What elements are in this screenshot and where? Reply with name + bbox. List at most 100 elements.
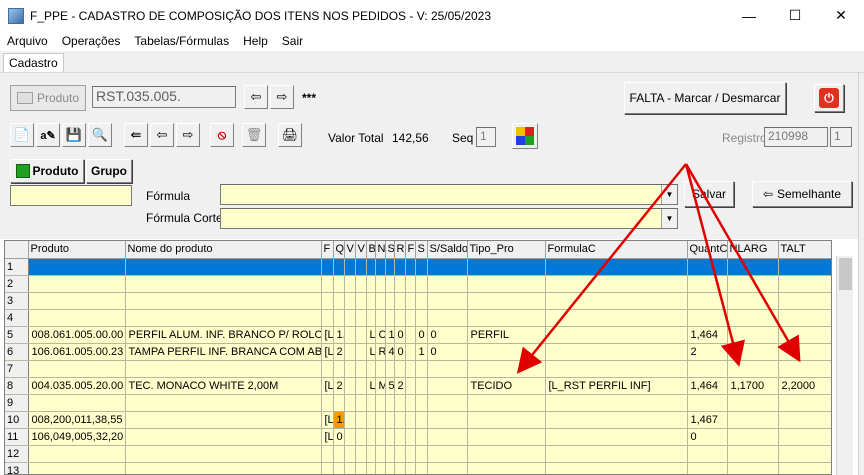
table-cell[interactable]: 2	[333, 343, 345, 361]
table-cell[interactable]	[125, 360, 322, 378]
table-cell[interactable]	[778, 326, 831, 344]
table-cell[interactable]	[125, 462, 322, 474]
table-cell[interactable]	[545, 411, 688, 429]
table-cell[interactable]	[727, 360, 779, 378]
table-cell[interactable]	[366, 292, 376, 310]
column-header[interactable]: S	[415, 241, 428, 259]
table-cell[interactable]	[125, 445, 322, 463]
table-cell[interactable]: TECIDO	[467, 377, 546, 395]
table-cell[interactable]	[125, 428, 322, 446]
table-cell[interactable]	[375, 411, 386, 429]
table-cell[interactable]	[427, 445, 468, 463]
table-cell[interactable]	[545, 258, 688, 276]
table-cell[interactable]	[778, 343, 831, 361]
table-cell[interactable]	[344, 462, 356, 474]
table-cell[interactable]	[778, 360, 831, 378]
table-cell[interactable]	[394, 360, 406, 378]
table-cell[interactable]	[355, 309, 367, 327]
table-cell[interactable]	[375, 394, 386, 412]
table-cell[interactable]	[405, 343, 416, 361]
column-header[interactable]: Q	[333, 241, 345, 259]
table-cell[interactable]: TAMPA PERFIL INF. BRANCA COM AB	[125, 343, 322, 361]
table-cell[interactable]	[125, 411, 322, 429]
produto-filter-button[interactable]: Produto	[10, 159, 84, 183]
table-cell[interactable]: 1,467	[687, 411, 728, 429]
table-cell[interactable]	[778, 309, 831, 327]
table-cell[interactable]	[727, 411, 779, 429]
table-cell[interactable]	[125, 258, 322, 276]
table-cell[interactable]	[415, 428, 428, 446]
table-cell[interactable]	[375, 445, 386, 463]
table-cell[interactable]	[355, 292, 367, 310]
table-cell[interactable]: L	[366, 326, 376, 344]
table-cell[interactable]: 0	[394, 326, 406, 344]
column-header[interactable]: S	[385, 241, 395, 259]
column-header[interactable]: R	[394, 241, 406, 259]
table-cell[interactable]	[366, 462, 376, 474]
table-row[interactable]: 11 106,049,005,32,20 [L 0 0	[5, 428, 831, 446]
minimize-button[interactable]: —	[726, 0, 772, 31]
table-cell[interactable]	[333, 309, 345, 327]
table-cell[interactable]	[366, 360, 376, 378]
table-cell[interactable]	[355, 326, 367, 344]
table-cell[interactable]	[375, 462, 386, 474]
table-cell[interactable]	[344, 292, 356, 310]
table-cell[interactable]	[687, 292, 728, 310]
table-cell[interactable]: L	[366, 377, 376, 395]
table-cell[interactable]	[394, 292, 406, 310]
chevron-down-icon[interactable]: ▼	[661, 209, 677, 228]
column-header[interactable]: N	[375, 241, 386, 259]
product-code-field[interactable]: RST.035.005.	[92, 86, 236, 108]
table-cell[interactable]: 2,2000	[778, 377, 831, 395]
next-record-icon[interactable]: ⇨	[176, 123, 200, 147]
filter-input[interactable]	[10, 185, 132, 206]
table-cell[interactable]	[385, 360, 395, 378]
table-cell[interactable]	[385, 258, 395, 276]
table-cell[interactable]	[344, 428, 356, 446]
grupo-filter-button[interactable]: Grupo	[86, 159, 132, 183]
table-cell[interactable]	[321, 462, 334, 474]
registro-sub-field[interactable]: 1	[830, 127, 852, 147]
column-header[interactable]: FormulaC	[545, 241, 688, 259]
table-row[interactable]: 10008,200,011,38,55 [L1, 1,467	[5, 411, 831, 429]
column-header[interactable]: Tipo_Pro	[467, 241, 546, 259]
menu-sair[interactable]: Sair	[275, 34, 310, 48]
table-cell[interactable]	[427, 411, 468, 429]
table-row[interactable]: 5 008.061.005.00.00 PERFIL ALUM. INF. BRAN…	[5, 326, 831, 344]
table-row[interactable]: 9	[5, 394, 831, 412]
table-cell[interactable]	[28, 309, 126, 327]
table-cell[interactable]	[394, 428, 406, 446]
table-row[interactable]: 2	[5, 275, 831, 293]
table-cell[interactable]	[415, 377, 428, 395]
table-row[interactable]: 6 106.061.005.00.23 TAMPA PERFIL INF. BRAN…	[5, 343, 831, 361]
table-cell[interactable]	[344, 394, 356, 412]
table-cell[interactable]: 1,	[333, 326, 345, 344]
table-cell[interactable]	[333, 394, 345, 412]
table-cell[interactable]	[467, 343, 546, 361]
table-cell[interactable]	[427, 309, 468, 327]
table-cell[interactable]	[415, 258, 428, 276]
table-row[interactable]: 1	[5, 258, 831, 276]
table-cell[interactable]	[727, 275, 779, 293]
table-cell[interactable]	[125, 292, 322, 310]
table-cell[interactable]: 008.061.005.00.00	[28, 326, 126, 344]
table-cell[interactable]: 1,464	[687, 326, 728, 344]
table-cell[interactable]	[344, 360, 356, 378]
table-cell[interactable]	[405, 275, 416, 293]
menu-tabelas-formulas[interactable]: Tabelas/Fórmulas	[127, 34, 236, 48]
produto-lookup-button[interactable]: Produto	[10, 85, 86, 111]
table-cell[interactable]: 106.061.005.00.23	[28, 343, 126, 361]
table-cell[interactable]	[385, 445, 395, 463]
table-cell[interactable]	[727, 394, 779, 412]
tab-cadastro[interactable]: Cadastro	[3, 53, 64, 72]
table-cell[interactable]	[321, 258, 334, 276]
table-cell[interactable]: 2	[687, 343, 728, 361]
table-cell[interactable]	[385, 428, 395, 446]
table-cell[interactable]	[366, 309, 376, 327]
table-cell[interactable]	[405, 360, 416, 378]
table-cell[interactable]	[427, 292, 468, 310]
menu-arquivo[interactable]: Arquivo	[0, 34, 55, 48]
column-header[interactable]: V	[344, 241, 356, 259]
column-header[interactable]: V	[355, 241, 367, 259]
table-cell[interactable]	[394, 411, 406, 429]
